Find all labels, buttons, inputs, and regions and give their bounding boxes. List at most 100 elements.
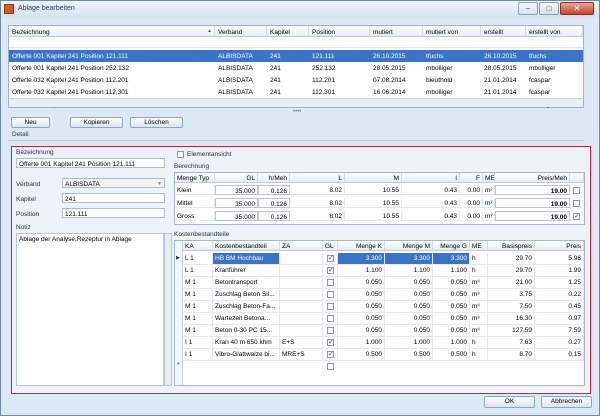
kosten-gl-checkbox[interactable]: [327, 303, 334, 310]
berechnung-cell-preis[interactable]: 19.00: [495, 198, 570, 208]
notiz-textarea[interactable]: Ablage der Analyse,Rezeptur in Ablage: [16, 233, 164, 386]
kosten-cell-g[interactable]: 1.000: [433, 337, 470, 349]
kosten-gl-checkbox[interactable]: [327, 350, 334, 358]
kosten-gl-checkbox[interactable]: [327, 279, 334, 286]
kosten-cell-za[interactable]: [280, 289, 323, 301]
kosten-cell-bp[interactable]: 3.75: [488, 289, 535, 301]
kosten-cell-ka[interactable]: M 1: [183, 313, 213, 325]
kosten-cell-p[interactable]: 5.98: [535, 253, 584, 265]
kosten-cell-me[interactable]: h: [470, 349, 488, 361]
ablage-list[interactable]: Bezeichnung Verband Kapitel Position mutiert…: [8, 25, 584, 108]
kosten-cell-m[interactable]: 0.050: [385, 313, 433, 325]
kosten-cell-k[interactable]: 1.100: [338, 265, 385, 277]
copy-button[interactable]: Kopieren: [70, 117, 123, 128]
list-header-4[interactable]: mutiert: [370, 26, 423, 37]
kosten-cell-me[interactable]: h: [470, 337, 488, 349]
kosten-cell-p[interactable]: 0.27: [535, 337, 584, 349]
minimize-button[interactable]: –: [518, 2, 538, 15]
kapitel-field[interactable]: 241: [62, 193, 165, 203]
berechnung-cell-gl[interactable]: 35.000: [215, 185, 258, 195]
kosten-cell-bp[interactable]: 21.00: [488, 277, 535, 289]
kosten-cell-ka[interactable]: M 1: [183, 277, 213, 289]
kosten-cell-bp[interactable]: 8.70: [488, 349, 535, 361]
kosten-cell-za[interactable]: E+S: [280, 337, 323, 349]
kosten-cell-za[interactable]: [280, 277, 323, 289]
kosten-cell-bp[interactable]: 16.30: [488, 313, 535, 325]
kosten-cell-g[interactable]: 1.100: [433, 265, 470, 277]
kosten-cell-me[interactable]: m³: [470, 325, 488, 337]
kosten-cell-me[interactable]: m³: [470, 277, 488, 289]
kosten-cell-za[interactable]: [280, 265, 323, 277]
kosten-cell-name[interactable]: Beton 0-30 PC 15...: [213, 325, 280, 337]
kosten-cell-m[interactable]: 3.300: [385, 253, 433, 265]
kosten-cell-m[interactable]: 0.500: [385, 349, 433, 361]
notiz-scrollbar[interactable]: [164, 233, 172, 386]
list-header-3[interactable]: Position: [309, 26, 370, 37]
list-row[interactable]: Offerte 001 Kapitel 241 Position 121.111…: [9, 50, 583, 62]
berechnung-cell-hmeh[interactable]: 0.126: [258, 211, 290, 221]
kosten-cell-k[interactable]: 0.050: [338, 325, 385, 337]
kosten-cell-k[interactable]: 0.050: [338, 277, 385, 289]
kosten-gl-checkbox[interactable]: [327, 266, 334, 274]
berechnung-cell-preis[interactable]: 19.00: [495, 211, 570, 221]
kosten-cell-za[interactable]: [280, 313, 323, 325]
kosten-cell-za[interactable]: [280, 253, 323, 265]
maximize-button[interactable]: □: [539, 2, 559, 15]
berechnung-row-checkbox[interactable]: [573, 212, 580, 220]
list-filter-row[interactable]: [9, 38, 583, 48]
kosten-cell-g[interactable]: 3.300: [433, 253, 470, 265]
kosten-cell-bp[interactable]: 29.70: [488, 253, 535, 265]
berechnung-cell-hmeh[interactable]: 0.126: [258, 185, 290, 195]
kosten-cell-p[interactable]: 0.45: [535, 301, 584, 313]
kosten-cell-p[interactable]: 0.15: [535, 349, 584, 361]
kosten-cell-za[interactable]: MRE+S: [280, 349, 323, 361]
kosten-cell-name[interactable]: Zuschlag Beton Sil...: [213, 289, 280, 301]
list-header-0[interactable]: Bezeichnung: [9, 26, 215, 37]
kosten-cell-k[interactable]: 0.050: [338, 289, 385, 301]
cancel-button[interactable]: Abbrechen: [541, 396, 592, 408]
berechnung-cell-gl[interactable]: 35.000: [215, 211, 258, 221]
list-header-1[interactable]: Verband: [215, 26, 267, 37]
kosten-grid[interactable]: KA Kostenbestandteil ZA GL Menge K Menge M Men…: [174, 240, 585, 386]
delete-button[interactable]: Löschen: [130, 117, 183, 128]
list-header-7[interactable]: erstellt von: [526, 26, 583, 37]
kosten-cell-ka[interactable]: I 1: [183, 337, 213, 349]
kosten-cell-k[interactable]: 0.050: [338, 313, 385, 325]
kosten-cell-m[interactable]: 0.050: [385, 325, 433, 337]
kosten-cell-za[interactable]: [280, 301, 323, 313]
kosten-cell-ka[interactable]: L 1: [183, 253, 213, 265]
kosten-gl-checkbox[interactable]: [327, 254, 334, 262]
kosten-cell-g[interactable]: 0.050: [433, 277, 470, 289]
kosten-cell-me[interactable]: h: [470, 253, 488, 265]
bezeichnung-field[interactable]: Offerte 001 Kapitel 241 Position 121.111: [16, 158, 165, 168]
splitter-grip[interactable]: ••••: [293, 109, 301, 115]
kosten-cell-me[interactable]: h: [470, 265, 488, 277]
kosten-cell-me[interactable]: m³: [470, 289, 488, 301]
list-row[interactable]: Offerte 032 Kapitel 241 Position 112.201…: [9, 74, 583, 86]
kosten-cell-m[interactable]: 0.050: [385, 277, 433, 289]
kosten-cell-p[interactable]: 1.25: [535, 277, 584, 289]
kosten-cell-name[interactable]: Vibro-Glattwalze bi...: [213, 349, 280, 361]
kosten-cell-m[interactable]: 1.000: [385, 337, 433, 349]
kosten-cell-name[interactable]: Wartezeit Betona...: [213, 313, 280, 325]
list-header-6[interactable]: erstellt: [481, 26, 526, 37]
berechnung-row-checkbox[interactable]: [573, 200, 580, 207]
kosten-gl-checkbox[interactable]: [327, 327, 334, 334]
berechnung-grid[interactable]: Menge Typ GL h/Meh L M I F ME Preis/Meh Klein 35.0…: [174, 172, 585, 225]
list-header-5[interactable]: mutiert von: [423, 26, 481, 37]
kosten-cell-k[interactable]: 0.050: [338, 301, 385, 313]
kosten-cell-name[interactable]: HB BM Hochbau: [213, 253, 280, 265]
berechnung-cell-gl[interactable]: 35.000: [215, 198, 258, 208]
kosten-cell-za[interactable]: [280, 325, 323, 337]
list-row[interactable]: Offerte 001 Kapitel 241 Position 252.132…: [9, 62, 583, 74]
kosten-cell-ka[interactable]: M 1: [183, 301, 213, 313]
kosten-cell-ka[interactable]: M 1: [183, 325, 213, 337]
kosten-cell-me[interactable]: m³: [470, 313, 488, 325]
kosten-cell-ka[interactable]: M 1: [183, 289, 213, 301]
berechnung-cell-hmeh[interactable]: 0.126: [258, 198, 290, 208]
kosten-cell-m[interactable]: 0.050: [385, 301, 433, 313]
berechnung-cell-preis[interactable]: 19.00: [495, 185, 570, 195]
kosten-cell-p[interactable]: 0.97: [535, 313, 584, 325]
kosten-cell-g[interactable]: 0.050: [433, 313, 470, 325]
kosten-cell-g[interactable]: 0.050: [433, 289, 470, 301]
